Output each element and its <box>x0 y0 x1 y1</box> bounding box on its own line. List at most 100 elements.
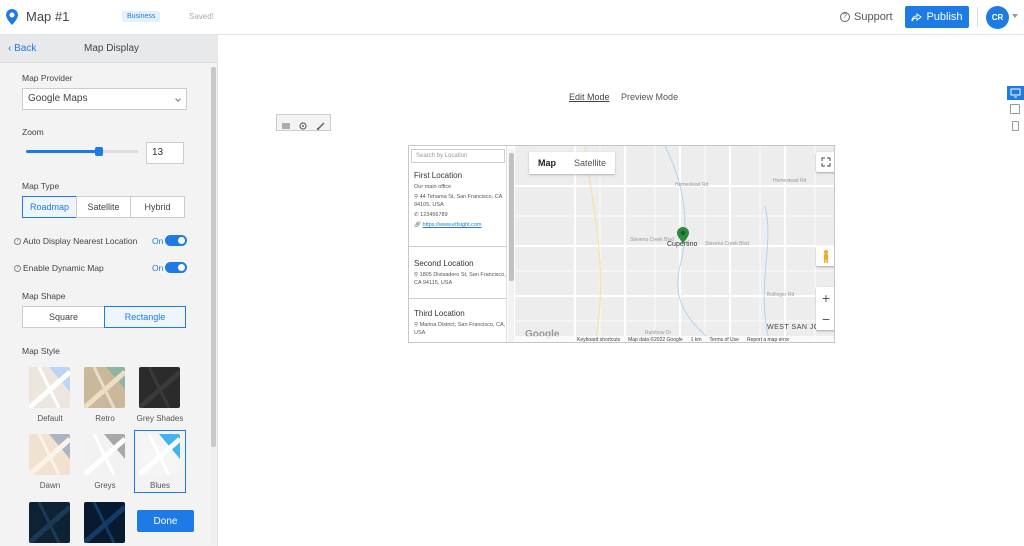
auto-nearest-label: Auto Display Nearest Location <box>23 236 138 246</box>
satellite-view-button[interactable]: Satellite <box>565 152 615 174</box>
zoom-control: + − <box>816 287 834 330</box>
map-type-control: Map Satellite <box>529 152 616 174</box>
dynamic-map-row: ? Enable Dynamic Map <box>14 263 104 273</box>
keyboard-shortcuts-link[interactable]: Keyboard shortcuts <box>577 337 620 342</box>
style-blues-label: Blues <box>149 481 170 490</box>
style-dark-blue-thumb[interactable] <box>29 502 70 543</box>
chevron-down-icon[interactable] <box>1012 14 1018 18</box>
location-list: Search by Location First Location Our ma… <box>409 146 507 342</box>
save-status: Saved! <box>189 12 214 21</box>
support-link[interactable]: ? Support <box>840 11 893 23</box>
map-type-label: Map Type <box>22 181 60 191</box>
report-error-link[interactable]: Report a map error <box>747 337 789 342</box>
street-label: Homestead Rd <box>675 182 709 188</box>
map-type-roadmap[interactable]: Roadmap <box>22 196 77 218</box>
map-attribution: Keyboard shortcuts Map data ©2022 Google… <box>515 336 834 343</box>
page-title[interactable]: Map #1 <box>26 9 69 24</box>
gear-icon[interactable] <box>298 118 308 130</box>
style-dawn-thumb[interactable] <box>29 434 70 475</box>
map-provider-select[interactable]: Google Maps <box>22 88 187 110</box>
style-default-thumb[interactable] <box>29 367 70 408</box>
scrollbar-thumb[interactable] <box>211 67 216 447</box>
dynamic-map-toggle[interactable] <box>165 262 187 273</box>
location-item[interactable]: First Location Our main office ⚲ 44 Teha… <box>409 171 507 247</box>
map-style-label: Map Style <box>22 346 60 356</box>
zoom-input[interactable]: 13 <box>146 142 184 164</box>
info-icon[interactable]: ? <box>14 237 21 245</box>
location-item[interactable]: Second Location ⚲ 1805 Divisadero St, Sa… <box>409 247 507 299</box>
map-shape-square[interactable]: Square <box>22 306 105 328</box>
widget-toolbar <box>276 114 331 131</box>
dynamic-map-label: Enable Dynamic Map <box>23 263 104 273</box>
map-data-text: Map data ©2022 Google <box>628 337 683 343</box>
style-retro-thumb[interactable] <box>84 367 125 408</box>
style-greys-thumb[interactable] <box>84 434 125 475</box>
dynamic-map-state: On <box>152 263 164 273</box>
terms-link[interactable]: Terms of Use <box>710 337 739 342</box>
location-search-input[interactable]: Search by Location <box>411 149 505 163</box>
location-phone: ✆ 123456789 <box>414 212 448 218</box>
style-dawn-label: Dawn <box>39 481 61 490</box>
share-icon <box>911 12 923 21</box>
publish-button[interactable]: Publish <box>905 6 969 28</box>
top-bar: Map #1 Business Saved! ? Support Publish… <box>0 0 1024 35</box>
scale-text: 1 km <box>690 337 702 343</box>
map-provider-label: Map Provider <box>22 73 73 83</box>
location-website-link[interactable]: https://www.elfsight.com <box>423 222 482 228</box>
zoom-slider-handle[interactable] <box>95 147 103 156</box>
tablet-view-button[interactable] <box>1010 104 1020 114</box>
map-provider-value: Google Maps <box>28 93 88 104</box>
drag-handle-icon[interactable] <box>281 118 291 128</box>
street-view-button[interactable] <box>816 246 834 266</box>
pegman-icon <box>824 250 828 263</box>
avatar[interactable]: CR <box>986 6 1009 29</box>
sidebar-header: ‹ Back Map Display <box>0 35 218 63</box>
divider <box>977 7 978 27</box>
sidebar-title: Map Display <box>84 43 140 54</box>
info-icon[interactable]: ? <box>14 264 21 272</box>
location-name: Third Location <box>414 309 465 318</box>
style-grey-shades-thumb[interactable] <box>139 367 180 408</box>
link-icon: 🔗︎ <box>414 222 423 228</box>
auto-nearest-toggle[interactable] <box>165 235 187 246</box>
zoom-in-button[interactable]: + <box>816 287 834 308</box>
app-logo-icon <box>6 9 18 25</box>
map-canvas[interactable]: Stevens Creek Blvd Stevens Creek Blvd Ho… <box>515 146 834 343</box>
style-default-label: Default <box>37 414 63 423</box>
style-retro-label: Retro <box>95 414 115 423</box>
location-url: 🔗︎ https://www.elfsight.com <box>414 221 507 229</box>
map-shape-rectangle[interactable]: Rectangle <box>104 306 186 328</box>
zoom-out-button[interactable]: − <box>816 308 834 329</box>
street-label: Homestead Rd <box>773 178 807 184</box>
map-shape-selector: Square Rectangle <box>22 306 186 328</box>
fullscreen-button[interactable] <box>816 152 834 172</box>
question-icon: ? <box>840 12 850 22</box>
done-button[interactable]: Done <box>137 510 194 532</box>
zoom-slider-fill <box>26 150 99 153</box>
auto-nearest-row: ? Auto Display Nearest Location <box>14 236 137 246</box>
desktop-view-button[interactable] <box>1007 86 1024 100</box>
preview-mode-tab[interactable]: Preview Mode <box>621 92 678 102</box>
edit-mode-tab[interactable]: Edit Mode <box>569 92 610 102</box>
auto-nearest-state: On <box>152 236 164 246</box>
style-blues-thumb[interactable] <box>139 434 180 475</box>
mobile-view-button[interactable] <box>1012 121 1019 131</box>
map-view-button[interactable]: Map <box>529 152 565 174</box>
fullscreen-icon <box>821 157 831 167</box>
street-label: Bollinger Rd <box>767 292 795 298</box>
map-type-hybrid[interactable]: Hybrid <box>130 196 185 218</box>
back-button[interactable]: ‹ Back <box>8 43 36 54</box>
map-widget: Search by Location First Location Our ma… <box>408 145 835 343</box>
location-address: ⚲ 1805 Divisadero St, San Francisco, CA … <box>414 272 506 286</box>
brush-icon[interactable] <box>316 118 326 130</box>
location-address: ⚲ 44 Tehama St, San Francisco, CA 94105,… <box>414 194 503 208</box>
publish-label: Publish <box>926 11 963 23</box>
map-type-selector: Roadmap Satellite Hybrid <box>22 196 185 218</box>
settings-sidebar: ‹ Back Map Display Map Provider Google M… <box>0 35 218 546</box>
location-list-scroll-thumb[interactable] <box>509 153 514 281</box>
support-label: Support <box>854 11 893 23</box>
map-type-satellite[interactable]: Satellite <box>76 196 131 218</box>
location-item[interactable]: Third Location ⚲ Marina District, San Fr… <box>409 299 507 342</box>
desktop-icon <box>1010 88 1021 98</box>
style-night-thumb[interactable] <box>84 502 125 543</box>
